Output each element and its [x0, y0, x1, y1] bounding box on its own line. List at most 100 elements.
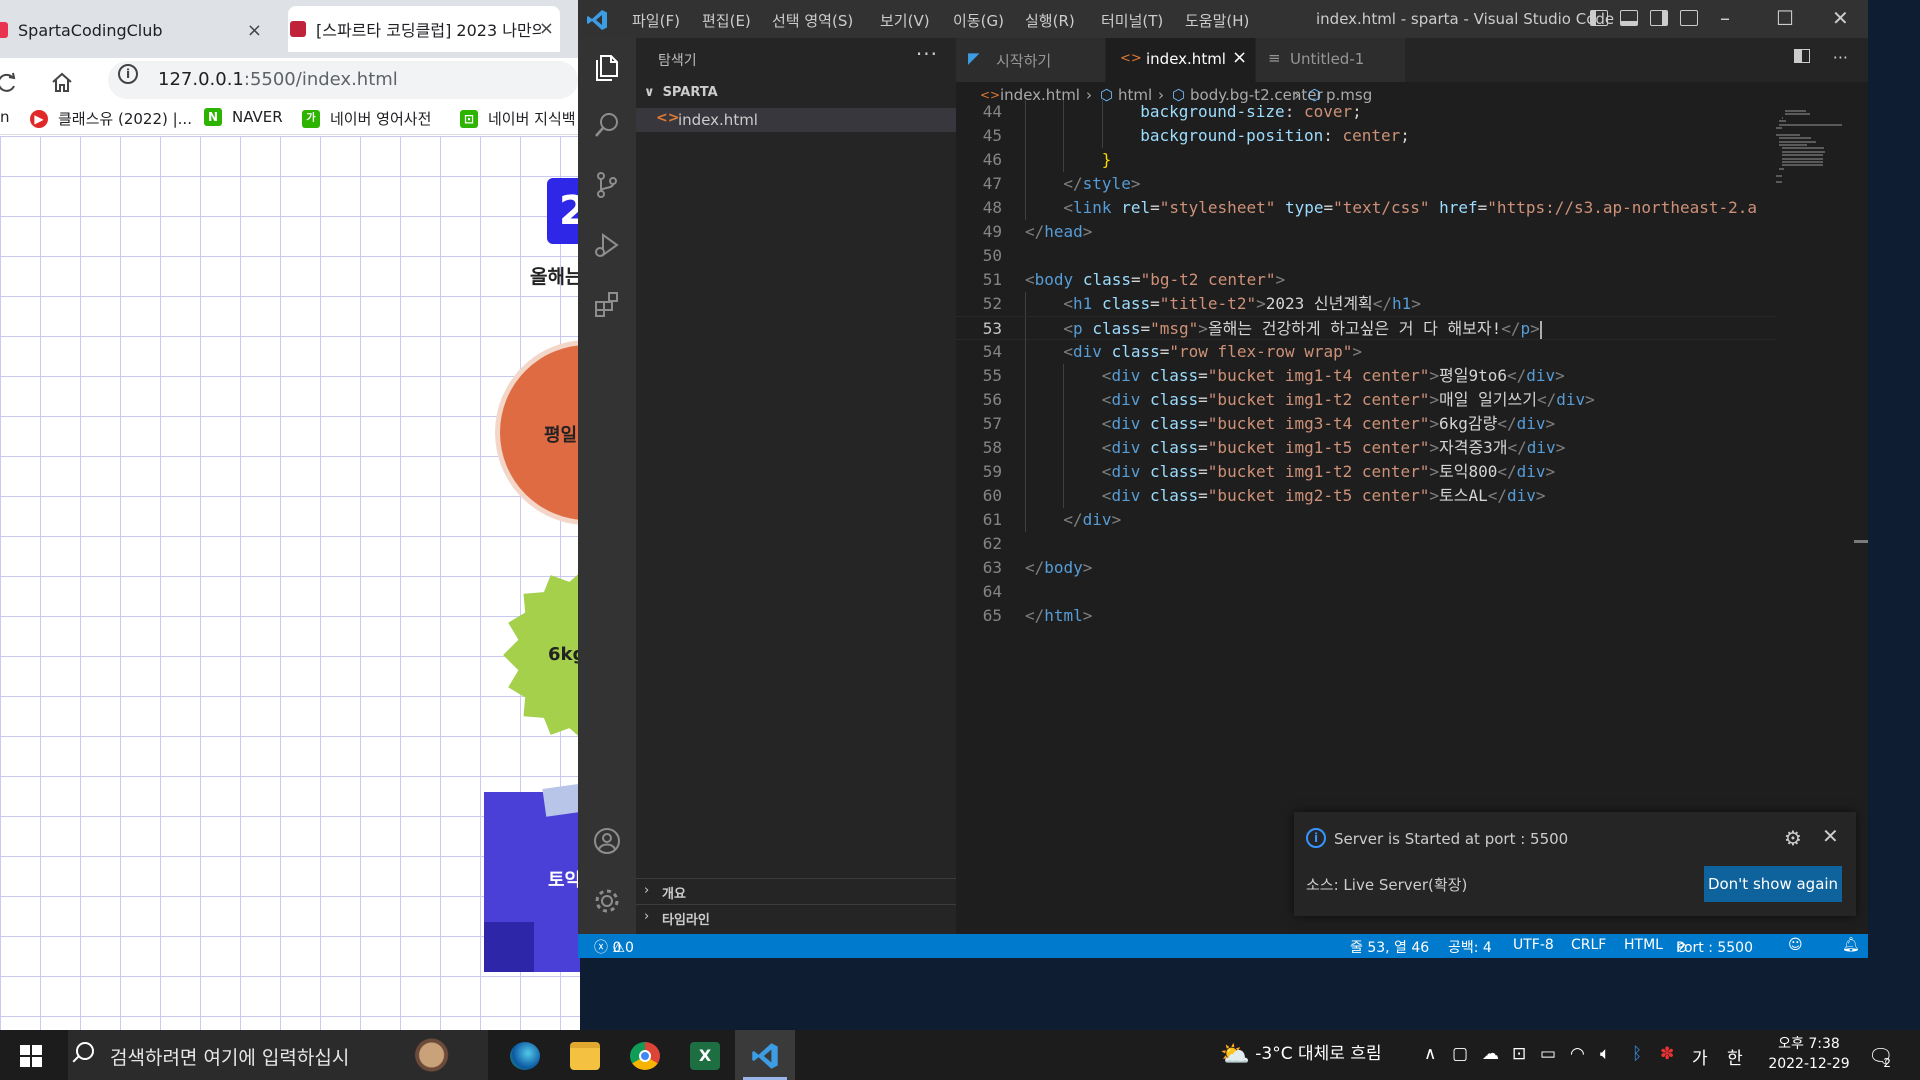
menu-view[interactable]: 보기(V) [880, 10, 930, 31]
tab-close-icon[interactable]: × [247, 20, 262, 41]
code-line[interactable]: 64 [956, 580, 1776, 604]
line-ending[interactable]: CRLF [1571, 937, 1606, 953]
extensions-icon[interactable] [592, 290, 622, 320]
edge-icon[interactable] [495, 1030, 555, 1080]
taskbar-search[interactable]: 검색하려면 여기에 입력하십시 [68, 1030, 488, 1080]
problems-indicator[interactable]: ⓧ 0 ⚠ 0 [594, 937, 634, 957]
outline-section[interactable]: › 개요 [636, 878, 956, 904]
search-icon[interactable] [592, 110, 622, 140]
feedback-icon[interactable]: ☺ [1788, 937, 1803, 953]
home-icon[interactable] [50, 71, 74, 95]
file-item-index-html[interactable]: <> index.html [636, 108, 956, 132]
code-line[interactable]: 47 </style> [956, 172, 1776, 196]
run-debug-icon[interactable] [592, 230, 622, 260]
battery-icon[interactable]: ▭ [1540, 1044, 1556, 1064]
timeline-section[interactable]: › 타임라인 [636, 904, 956, 930]
system-clock[interactable]: 오후 7:38 2022-12-29 [1764, 1034, 1854, 1074]
code-line[interactable]: 57 <div class="bucket img3-t4 center">6kg… [956, 412, 1776, 436]
vscode-icon[interactable] [735, 1030, 795, 1080]
indentation[interactable]: 공백: 4 [1448, 937, 1492, 957]
customize-layout-icon[interactable] [1680, 10, 1698, 26]
code-line[interactable]: 56 <div class="bucket img1-t2 center">매일 … [956, 388, 1776, 412]
more-actions-icon[interactable]: ··· [1833, 48, 1848, 67]
wifi-icon[interactable]: ◠ [1570, 1044, 1585, 1064]
code-line[interactable]: 51 <body class="bg-t2 center"> [956, 268, 1776, 292]
code-line[interactable]: 62 [956, 532, 1776, 556]
code-line[interactable]: 58 <div class="bucket img1-t5 center">자격증… [956, 436, 1776, 460]
menu-edit[interactable]: 편집(E) [702, 10, 751, 31]
language-mode[interactable]: HTML [1624, 937, 1663, 953]
minimap[interactable] [1776, 110, 1846, 250]
menu-selection[interactable]: 선택 영역(S) [772, 10, 853, 31]
code-line[interactable]: 55 <div class="bucket img1-t4 center">평일9… [956, 364, 1776, 388]
meet-now-icon[interactable]: ▢ [1452, 1044, 1468, 1064]
action-center-icon[interactable]: 🗨︎2 [1868, 1044, 1901, 1070]
toggle-secondary-sidebar-icon[interactable] [1650, 10, 1668, 26]
file-explorer-icon[interactable] [555, 1030, 615, 1080]
source-control-icon[interactable] [592, 170, 622, 200]
windows-start-icon[interactable] [20, 1045, 42, 1067]
volume-icon[interactable]: 🔈︎ [1600, 1044, 1610, 1064]
explorer-more-icon[interactable]: ··· [916, 42, 938, 66]
code-line[interactable]: 44 background-size: cover; [956, 100, 1776, 124]
code-line[interactable]: 45 background-position: center; [956, 124, 1776, 148]
menu-file[interactable]: 파일(F) [632, 10, 680, 31]
cursor-position[interactable]: 줄 53, 열 46 [1350, 937, 1429, 957]
tab-index-html[interactable]: <> index.html × [1106, 38, 1256, 82]
code-line[interactable]: 46} [956, 148, 1776, 172]
notification-settings-icon[interactable]: ⚙ [1784, 826, 1802, 850]
tab-welcome[interactable]: ◤ 시작하기 [956, 38, 1106, 82]
browser-tab-sparta-event[interactable]: [스파르타 코딩클럽] 2023 나만의 × [288, 6, 560, 52]
maximize-icon[interactable]: ☐ [1776, 6, 1794, 30]
notifications-bell-icon[interactable]: 🔔︎ [1842, 937, 1860, 953]
tab-close-icon[interactable]: × [1232, 47, 1247, 68]
weather-widget[interactable]: ⛅ -3°C 대체로 흐림 [1220, 1040, 1382, 1068]
app-tray-icon[interactable]: ✽ [1660, 1044, 1674, 1064]
code-line[interactable]: 50 [956, 244, 1776, 268]
show-hidden-icons-icon[interactable]: ∧ [1424, 1044, 1436, 1064]
accounts-icon[interactable] [592, 826, 622, 856]
code-line[interactable]: 63 </body> [956, 556, 1776, 580]
language-indicator[interactable]: 한 [1727, 1044, 1743, 1069]
workspace-folder[interactable]: ∨ SPARTA [644, 85, 718, 100]
bookmark-naver-kin[interactable]: ⊡ 네이버 지식백 [460, 108, 576, 129]
browser-tab-sparta[interactable]: SpartaCodingClub × [0, 12, 262, 48]
split-editor-icon[interactable] [1793, 49, 1810, 63]
encoding[interactable]: UTF-8 [1513, 937, 1554, 953]
bookmark-classu[interactable]: ▶ 클래스유 (2022) |... [30, 108, 192, 129]
manage-gear-icon[interactable] [592, 886, 622, 916]
code-line[interactable]: 52 <h1 class="title-t2">2023 신년계획</h1> [956, 292, 1776, 316]
site-info-icon[interactable]: i [118, 64, 138, 84]
bookmark-naver-dict[interactable]: 가 네이버 영어사전 [302, 108, 431, 129]
display-icon[interactable]: ⊡ [1512, 1044, 1526, 1064]
dont-show-again-button[interactable]: Don't show again [1704, 866, 1842, 902]
code-line[interactable]: 54 <div class="row flex-row wrap"> [956, 340, 1776, 364]
bluetooth-icon[interactable]: ᛒ [1632, 1044, 1642, 1064]
reload-icon[interactable] [0, 72, 18, 94]
minimize-icon[interactable]: – [1720, 6, 1730, 30]
code-line[interactable]: 61 </div> [956, 508, 1776, 532]
menu-run[interactable]: 실행(R) [1025, 10, 1075, 31]
toggle-sidebar-icon[interactable] [1590, 10, 1608, 26]
code-line[interactable]: 60 <div class="bucket img2-t5 center">토스A… [956, 484, 1776, 508]
excel-icon[interactable]: X [675, 1030, 735, 1080]
code-line[interactable]: 53 <p class="msg">올해는 건강하게 하고싶은 거 다 해보자!<… [956, 316, 1776, 341]
tab-close-icon[interactable]: × [539, 18, 554, 39]
code-line[interactable]: 48 <link rel="stylesheet" type="text/css"… [956, 196, 1776, 220]
notification-close-icon[interactable]: ✕ [1822, 824, 1839, 848]
code-line[interactable]: 49 </head> [956, 220, 1776, 244]
address-bar[interactable]: 127.0.0.1:5500/index.html [108, 61, 578, 99]
toggle-panel-icon[interactable] [1620, 10, 1638, 26]
close-window-icon[interactable]: ✕ [1832, 6, 1849, 30]
bookmark-naver[interactable]: N NAVER [204, 108, 283, 126]
explorer-icon[interactable] [592, 52, 622, 82]
bookmark-partial[interactable]: n [0, 108, 10, 126]
menu-terminal[interactable]: 터미널(T) [1101, 10, 1163, 31]
code-editor[interactable]: 44 background-size: cover; 45 background-po… [956, 100, 1776, 934]
menu-go[interactable]: 이동(G) [953, 10, 1004, 31]
onedrive-icon[interactable]: ☁ [1482, 1044, 1499, 1064]
code-line[interactable]: 65 </html> [956, 604, 1776, 628]
code-line[interactable]: 59 <div class="bucket img1-t2 center">토익8… [956, 460, 1776, 484]
ime-mode[interactable]: 가 [1692, 1044, 1708, 1069]
tab-untitled[interactable]: ≡ Untitled-1 [1256, 38, 1406, 82]
